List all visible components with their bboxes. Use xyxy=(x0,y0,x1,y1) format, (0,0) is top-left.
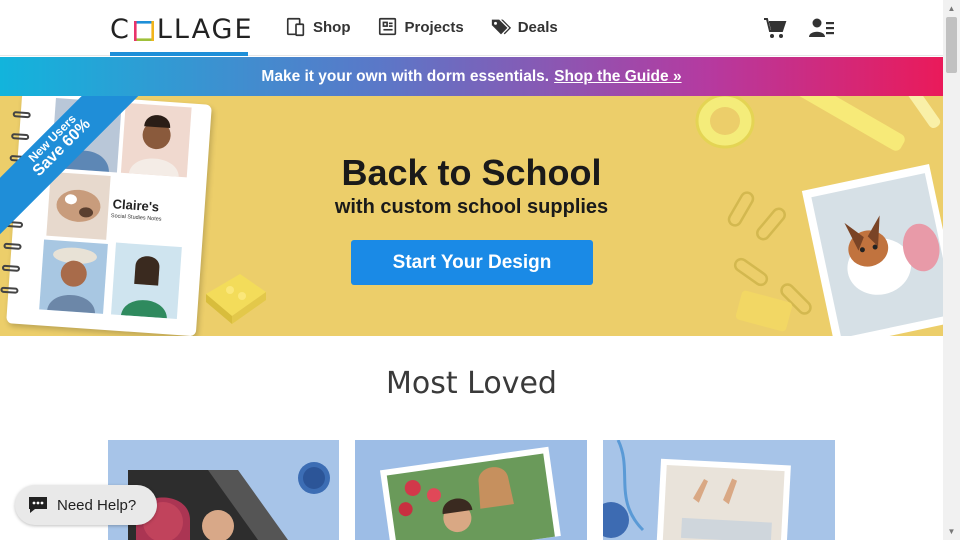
product-card[interactable] xyxy=(603,440,835,540)
nav-projects-label: Projects xyxy=(404,18,464,36)
spiral-ring xyxy=(3,242,22,250)
account-icon[interactable] xyxy=(809,16,835,40)
need-help-button[interactable]: Need Help? xyxy=(15,485,157,525)
product-card[interactable] xyxy=(355,440,587,540)
nav-deals-label: Deals xyxy=(517,18,558,36)
spiral-ring xyxy=(0,286,19,294)
scroll-up-arrow-icon[interactable]: ▲ xyxy=(943,0,960,17)
main-nav: Shop Projects Deals xyxy=(285,16,558,38)
hero-title: Back to School xyxy=(341,152,602,193)
nav-shop[interactable]: Shop xyxy=(285,16,351,38)
projects-icon xyxy=(378,17,396,36)
nav-shop-label: Shop xyxy=(313,18,351,36)
product-image xyxy=(355,440,587,540)
tags-icon xyxy=(491,19,511,35)
spiral-ring xyxy=(10,132,30,141)
chat-bubble-icon xyxy=(29,497,47,513)
cart-icon[interactable] xyxy=(762,16,788,40)
nav-projects[interactable]: Projects xyxy=(377,16,464,38)
page-scrollbar[interactable]: ▲ ▼ xyxy=(943,0,960,540)
shop-guide-link[interactable]: Shop the Guide » xyxy=(554,68,681,86)
spiral-ring xyxy=(1,264,21,272)
collage-logo[interactable]: C LLAGE xyxy=(110,14,254,45)
spiral-ring xyxy=(12,111,31,119)
hero-subtitle: with custom school supplies xyxy=(334,196,609,218)
need-help-label: Need Help? xyxy=(57,496,137,514)
active-nav-underline xyxy=(110,52,248,56)
scroll-down-arrow-icon[interactable]: ▼ xyxy=(943,523,960,540)
shop-icon xyxy=(286,17,305,37)
hero-banner: Claire's Social Studies Notes New Users … xyxy=(0,96,943,336)
notebook-photo xyxy=(39,239,108,314)
section-title: Most Loved xyxy=(386,366,557,401)
scrollbar-thumb[interactable] xyxy=(946,17,957,73)
product-image xyxy=(603,440,835,540)
logo-square-icon xyxy=(133,18,155,41)
promo-banner: Make it your own with dorm essentials. S… xyxy=(0,57,943,96)
nav-deals[interactable]: Deals xyxy=(490,16,558,38)
site-header: C LLAGE Shop Projects Deals xyxy=(0,0,943,56)
eraser-block-image xyxy=(206,274,266,324)
start-design-button[interactable]: Start Your Design xyxy=(351,240,593,285)
notebook-photo xyxy=(111,242,182,319)
promo-text: Make it your own with dorm essentials. xyxy=(261,67,550,85)
